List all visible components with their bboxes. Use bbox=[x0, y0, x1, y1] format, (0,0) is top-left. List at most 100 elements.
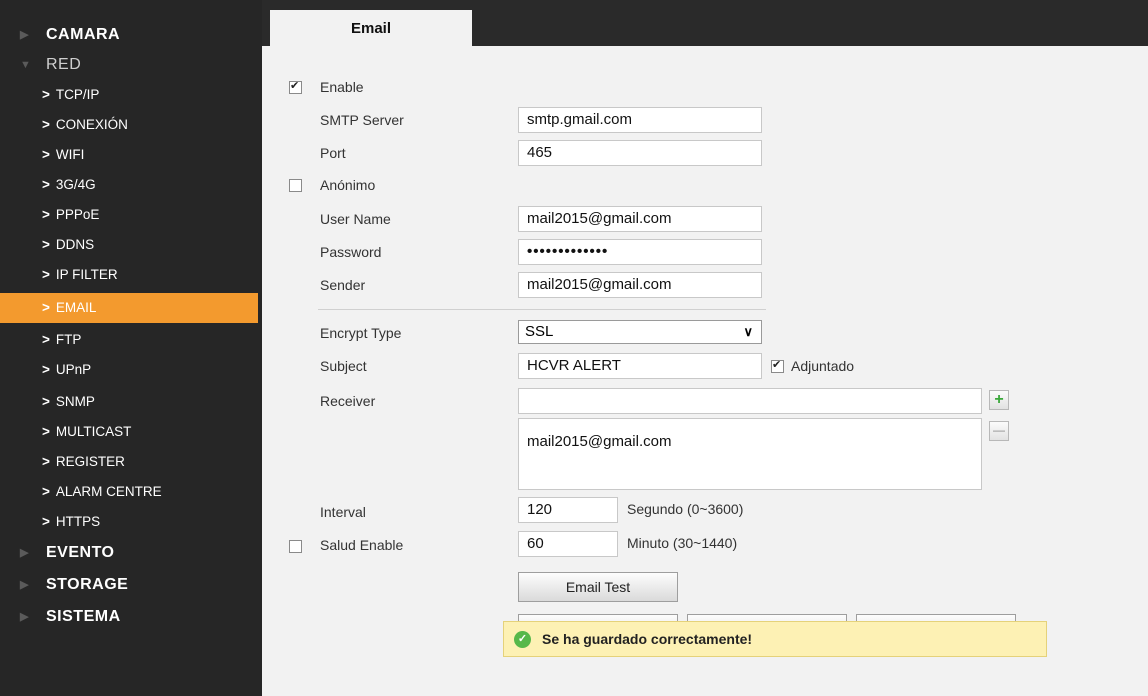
collapsed-arrow-icon: ▶ bbox=[20, 547, 29, 559]
chevron-right-icon: > bbox=[42, 424, 50, 439]
sidebar-item-label: EMAIL bbox=[55, 300, 97, 315]
sidebar-item-ip-filter[interactable]: > IP FILTER bbox=[0, 260, 258, 290]
enable-checkbox[interactable] bbox=[289, 79, 302, 94]
chevron-down-icon: ∨ bbox=[743, 324, 753, 339]
receiver-input[interactable] bbox=[518, 388, 982, 414]
smtp-server-input[interactable]: smtp.gmail.com bbox=[518, 107, 762, 133]
chevron-right-icon: > bbox=[42, 514, 50, 529]
chevron-right-icon: > bbox=[42, 300, 50, 315]
subject-label: Subject bbox=[320, 358, 367, 374]
sidebar-item-label: HTTPS bbox=[55, 514, 101, 529]
sidebar-item-wifi[interactable]: > WIFI bbox=[0, 140, 258, 170]
anonymous-label: Anónimo bbox=[320, 177, 376, 193]
sidebar-item-register[interactable]: > REGISTER bbox=[0, 447, 258, 477]
sidebar-item-label: DDNS bbox=[55, 237, 95, 252]
success-notice: ✓ Se ha guardado correctamente! bbox=[503, 621, 1047, 657]
chevron-right-icon: > bbox=[42, 147, 50, 162]
health-enable-label: Salud Enable bbox=[320, 537, 404, 553]
chevron-right-icon: > bbox=[42, 177, 50, 192]
sidebar-item-ddns[interactable]: > DDNS bbox=[0, 230, 258, 260]
sidebar-item-email[interactable]: > EMAIL bbox=[0, 293, 258, 323]
sidebar-item-label: TCP/IP bbox=[55, 87, 100, 102]
sidebar-item-label: STORAGE bbox=[46, 576, 129, 593]
password-input[interactable]: ••••••••••••• bbox=[518, 239, 762, 265]
sidebar-item-label: SISTEMA bbox=[46, 608, 121, 625]
interval-label: Interval bbox=[320, 504, 366, 520]
chevron-right-icon: > bbox=[42, 394, 50, 409]
sidebar-item-label: SNMP bbox=[55, 394, 95, 409]
collapsed-arrow-icon: ▶ bbox=[20, 579, 29, 591]
success-message: Se ha guardado correctamente! bbox=[542, 631, 753, 647]
sidebar-item-https[interactable]: > HTTPS bbox=[0, 507, 258, 537]
sidebar-item-label: MULTICAST bbox=[55, 424, 132, 439]
sidebar-item-label: 3G/4G bbox=[55, 177, 96, 192]
enable-label: Enable bbox=[320, 79, 364, 95]
sidebar-item-3g4g[interactable]: >3G/4G bbox=[0, 170, 258, 200]
health-interval-input[interactable]: 60 bbox=[518, 531, 618, 557]
receiver-list-item[interactable]: mail2015@gmail.com bbox=[527, 431, 680, 452]
sidebar-item-tcpip[interactable]: > TCP/IP bbox=[0, 80, 258, 110]
chevron-right-icon: > bbox=[42, 332, 50, 347]
interval-unit-label: Segundo (0~3600) bbox=[627, 501, 744, 517]
sidebar-item-label: EVENTO bbox=[46, 544, 115, 561]
smtp-server-label: SMTP Server bbox=[320, 112, 404, 128]
encrypt-type-label: Encrypt Type bbox=[320, 325, 402, 341]
sidebar-item-conexion[interactable]: > CONEXIÓN bbox=[0, 110, 258, 140]
sidebar-item-upnp[interactable]: > UPnP bbox=[0, 355, 258, 385]
sidebar-item-label: REGISTER bbox=[55, 454, 125, 469]
receiver-list[interactable]: mail2015@gmail.com bbox=[518, 418, 982, 490]
sidebar-item-evento[interactable]: ▶ EVENTO bbox=[0, 538, 258, 568]
add-receiver-button[interactable]: + bbox=[989, 390, 1009, 410]
sidebar-item-label: ALARM CENTRE bbox=[55, 484, 162, 499]
expanded-arrow-icon: ▼ bbox=[20, 59, 32, 71]
chevron-right-icon: > bbox=[42, 207, 50, 222]
sidebar-item-label: RED bbox=[46, 56, 82, 73]
chevron-right-icon: > bbox=[42, 454, 50, 469]
sidebar-item-label: UPnP bbox=[55, 362, 92, 377]
sidebar-item-alarm-centre[interactable]: > ALARM CENTRE bbox=[0, 477, 258, 507]
attachment-label: Adjuntado bbox=[791, 358, 855, 374]
chevron-right-icon: > bbox=[42, 362, 50, 377]
sidebar-item-label: CAMARA bbox=[46, 26, 121, 43]
collapsed-arrow-icon: ▶ bbox=[20, 611, 29, 623]
sidebar-item-label: FTP bbox=[55, 332, 82, 347]
sidebar-item-red[interactable]: ▼ RED bbox=[0, 50, 258, 80]
sidebar-item-multicast[interactable]: > MULTICAST bbox=[0, 417, 258, 447]
subject-input[interactable]: HCVR ALERT bbox=[518, 353, 762, 379]
sidebar-item-storage[interactable]: ▶ STORAGE bbox=[0, 570, 258, 600]
username-input[interactable]: mail2015@gmail.com bbox=[518, 206, 762, 232]
health-enable-checkbox[interactable] bbox=[289, 540, 302, 553]
sender-input[interactable]: mail2015@gmail.com bbox=[518, 272, 762, 298]
chevron-right-icon: > bbox=[42, 117, 50, 132]
anonymous-checkbox[interactable] bbox=[289, 179, 302, 192]
chevron-right-icon: > bbox=[42, 267, 50, 282]
health-unit-label: Minuto (30~1440) bbox=[627, 535, 738, 551]
sidebar-item-label: CONEXIÓN bbox=[55, 117, 128, 132]
sidebar: ▶ CAMARA ▼ RED > TCP/IP > CONEXIÓN > WIFI >… bbox=[0, 0, 262, 696]
sidebar-item-label: PPPoE bbox=[55, 207, 100, 222]
check-circle-icon: ✓ bbox=[514, 631, 531, 648]
tab-email[interactable]: Email bbox=[270, 10, 472, 46]
email-test-button[interactable]: Email Test bbox=[518, 572, 678, 602]
port-label: Port bbox=[320, 145, 346, 161]
chevron-right-icon: > bbox=[42, 484, 50, 499]
interval-input[interactable]: 120 bbox=[518, 497, 618, 523]
collapsed-arrow-icon: ▶ bbox=[20, 29, 29, 41]
sidebar-item-camara[interactable]: ▶ CAMARA bbox=[0, 20, 258, 50]
sidebar-item-label: IP FILTER bbox=[55, 267, 118, 282]
chevron-right-icon: > bbox=[42, 87, 50, 102]
section-divider bbox=[318, 309, 766, 310]
sidebar-item-label: WIFI bbox=[55, 147, 85, 162]
attachment-checkbox[interactable] bbox=[771, 358, 784, 373]
sidebar-item-snmp[interactable]: > SNMP bbox=[0, 387, 258, 417]
chevron-right-icon: > bbox=[42, 237, 50, 252]
receiver-label: Receiver bbox=[320, 393, 376, 409]
sidebar-item-pppoe[interactable]: > PPPoE bbox=[0, 200, 258, 230]
encrypt-type-select[interactable]: SSL ∨ bbox=[518, 320, 762, 344]
remove-receiver-button[interactable]: — bbox=[989, 421, 1009, 441]
port-input[interactable]: 465 bbox=[518, 140, 762, 166]
username-label: User Name bbox=[320, 211, 391, 227]
sidebar-item-sistema[interactable]: ▶ SISTEMA bbox=[0, 602, 258, 632]
sidebar-item-ftp[interactable]: > FTP bbox=[0, 325, 258, 355]
encrypt-type-value: SSL bbox=[525, 323, 554, 340]
